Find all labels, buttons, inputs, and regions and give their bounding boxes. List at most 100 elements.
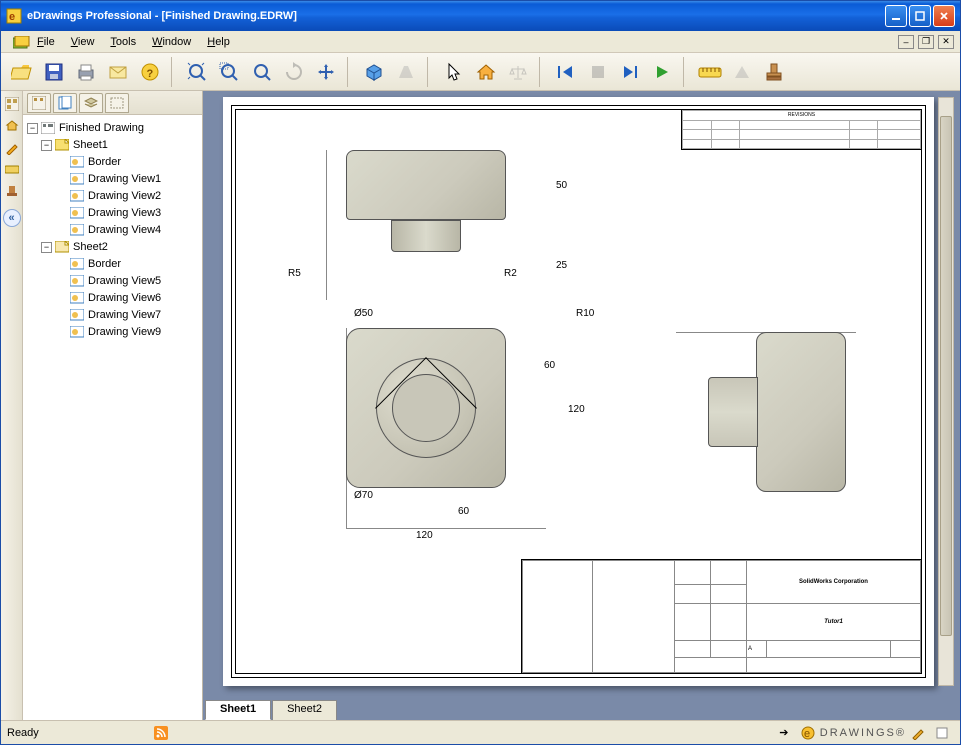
tree-sheet2-item[interactable]: Drawing View6 [25, 290, 200, 306]
menu-view[interactable]: View [63, 34, 103, 50]
drawing-viewport[interactable]: REVISIONS 50 25 [203, 91, 960, 720]
perspective-button[interactable] [391, 57, 421, 87]
sheet-icon [54, 240, 70, 254]
status-text: Ready [7, 727, 39, 739]
print-button[interactable] [71, 57, 101, 87]
dim-r2: R2 [504, 268, 517, 279]
tree-root[interactable]: − Finished Drawing [25, 120, 200, 136]
send-button[interactable] [103, 57, 133, 87]
collapse-toggle[interactable]: « [3, 209, 21, 227]
tree-item-label: Border [88, 258, 121, 270]
play-button[interactable] [647, 57, 677, 87]
svg-text:?: ? [147, 68, 154, 80]
dim-60b: 60 [544, 360, 555, 371]
rss-icon[interactable] [153, 725, 169, 741]
view-icon [69, 274, 85, 288]
tree-sheet2[interactable]: − Sheet2 [25, 239, 200, 255]
note-icon[interactable] [934, 725, 950, 741]
zoom-button[interactable] [247, 57, 277, 87]
zoom-fit-button[interactable] [183, 57, 213, 87]
menu-file[interactable]: FFileile [29, 34, 63, 50]
tree-sheet1-item[interactable]: Drawing View4 [25, 222, 200, 238]
tree-item-label: Drawing View5 [88, 275, 161, 287]
minus-icon[interactable]: − [41, 140, 52, 151]
measure-button[interactable] [695, 57, 725, 87]
rotate-button[interactable] [279, 57, 309, 87]
stop-button[interactable] [583, 57, 613, 87]
tree-sheet1-item[interactable]: Drawing View3 [25, 205, 200, 221]
dim-r5: R5 [288, 268, 301, 279]
tree-sheet1-item[interactable]: Drawing View2 [25, 188, 200, 204]
select-button[interactable] [439, 57, 469, 87]
tree-sheet2-label: Sheet2 [73, 241, 108, 253]
mdi-minimize-button[interactable]: – [898, 35, 914, 49]
view-icon [69, 257, 85, 271]
tree-sheet2-item[interactable]: Drawing View9 [25, 324, 200, 340]
shaded-button[interactable] [359, 57, 389, 87]
pencil-icon[interactable] [910, 725, 926, 741]
tree: − Finished Drawing − Sheet1 Border Drawi… [23, 115, 202, 720]
minus-icon[interactable]: − [27, 123, 38, 134]
markup-pencil-icon[interactable] [3, 139, 21, 157]
sheet-tab-2[interactable]: Sheet2 [272, 700, 337, 720]
drawing-icon [40, 121, 56, 135]
minimize-button[interactable] [885, 5, 907, 27]
mdi-restore-button[interactable]: ❐ [918, 35, 934, 49]
titleblock-title: Tutor1 [747, 604, 921, 641]
menu-tools[interactable]: Tools [102, 34, 144, 50]
view-icon [69, 155, 85, 169]
maximize-button[interactable] [909, 5, 931, 27]
view-icon [69, 325, 85, 339]
menu-help[interactable]: Help [199, 34, 238, 50]
status-bar: Ready ➔ e DRAWINGS® [1, 720, 960, 744]
stamp-button[interactable] [759, 57, 789, 87]
tree-item-label: Border [88, 156, 121, 168]
sheet-icon [54, 138, 70, 152]
next-button[interactable] [615, 57, 645, 87]
menu-window[interactable]: Window [144, 34, 199, 50]
window-titlebar: e eDrawings Professional - [Finished Dra… [1, 1, 960, 31]
minus-icon[interactable]: − [41, 242, 52, 253]
view-icon [69, 189, 85, 203]
pan-button[interactable] [311, 57, 341, 87]
tree-item-label: Drawing View6 [88, 292, 161, 304]
home-button[interactable] [471, 57, 501, 87]
tree-tab-layers[interactable] [79, 93, 103, 113]
title-block: SolidWorks Corporation Tutor1 A [521, 559, 921, 673]
sheet-tabs: Sheet1 Sheet2 [203, 698, 960, 720]
tree-sheet2-item[interactable]: Border [25, 256, 200, 272]
components-tab-icon[interactable] [3, 95, 21, 113]
first-button[interactable] [551, 57, 581, 87]
tree-panel: − Finished Drawing − Sheet1 Border Drawi… [23, 91, 203, 720]
titleblock-company: SolidWorks Corporation [747, 561, 921, 604]
mdi-close-button[interactable]: ✕ [938, 35, 954, 49]
tree-sheet1-item[interactable]: Border [25, 154, 200, 170]
tree-sheet2-item[interactable]: Drawing View7 [25, 307, 200, 323]
tree-sheet1[interactable]: − Sheet1 [25, 137, 200, 153]
main-toolbar: ? [1, 53, 960, 91]
tree-tab-components[interactable] [27, 93, 51, 113]
tree-sheet1-item[interactable]: Drawing View1 [25, 171, 200, 187]
dim-50: 50 [556, 180, 567, 191]
open-button[interactable] [7, 57, 37, 87]
dim-120a: 120 [416, 530, 433, 541]
notes-block [421, 603, 521, 673]
tree-tab-markups[interactable] [105, 93, 129, 113]
home-icon[interactable] [3, 117, 21, 135]
stamp-icon[interactable] [3, 183, 21, 201]
close-button[interactable] [933, 5, 955, 27]
vertical-scrollbar[interactable] [938, 97, 954, 686]
dim-25: 25 [556, 260, 567, 271]
balance-icon[interactable] [503, 57, 533, 87]
save-button[interactable] [39, 57, 69, 87]
sheet-tab-1[interactable]: Sheet1 [205, 700, 271, 720]
section-icon[interactable] [727, 57, 757, 87]
tree-sheet2-item[interactable]: Drawing View5 [25, 273, 200, 289]
tree-tab-sheets[interactable] [53, 93, 77, 113]
dim-dia50: Ø50 [354, 308, 373, 319]
zoom-area-button[interactable] [215, 57, 245, 87]
help-button[interactable]: ? [135, 57, 165, 87]
tree-item-label: Drawing View3 [88, 207, 161, 219]
measure-icon[interactable] [3, 161, 21, 179]
dim-r10: R10 [576, 308, 594, 319]
